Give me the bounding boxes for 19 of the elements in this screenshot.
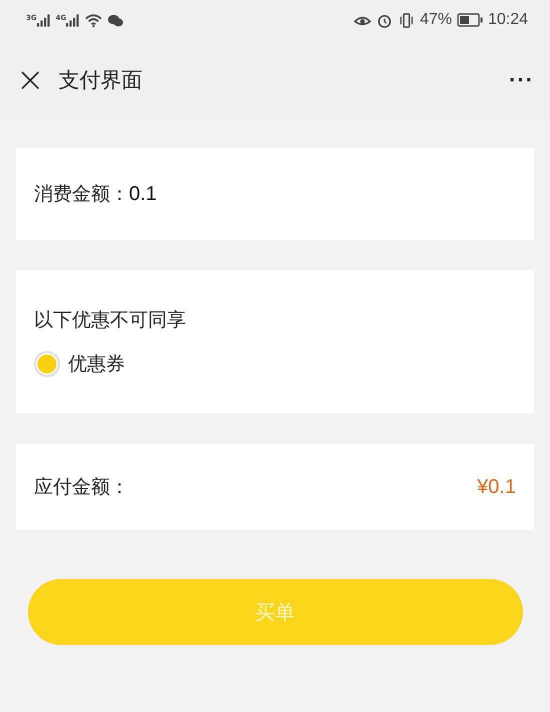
amount-label: 消费金额： (34, 182, 129, 207)
payable-amount: ¥0.1 (477, 476, 516, 498)
chat-bubbles-icon (107, 12, 124, 28)
option-label: 优惠券 (68, 352, 125, 376)
page-title: 支付界面 (58, 67, 144, 94)
discount-title: 以下优惠不可同享 (34, 308, 187, 332)
payable-label: 应付金额： (34, 475, 129, 500)
more-button[interactable]: ··· (509, 67, 534, 93)
battery-percent: 47% (420, 11, 452, 29)
wifi-icon (85, 12, 102, 28)
signal-icon (36, 14, 51, 26)
battery-icon (456, 13, 483, 27)
radio-button[interactable] (34, 350, 60, 376)
clock-time: 10:24 (488, 11, 528, 29)
amount-value: 0.1 (129, 182, 157, 206)
signal-icon (66, 14, 80, 26)
close-button[interactable]: × (16, 63, 44, 97)
vibrate-icon (398, 12, 415, 28)
alarm-icon (376, 12, 393, 28)
